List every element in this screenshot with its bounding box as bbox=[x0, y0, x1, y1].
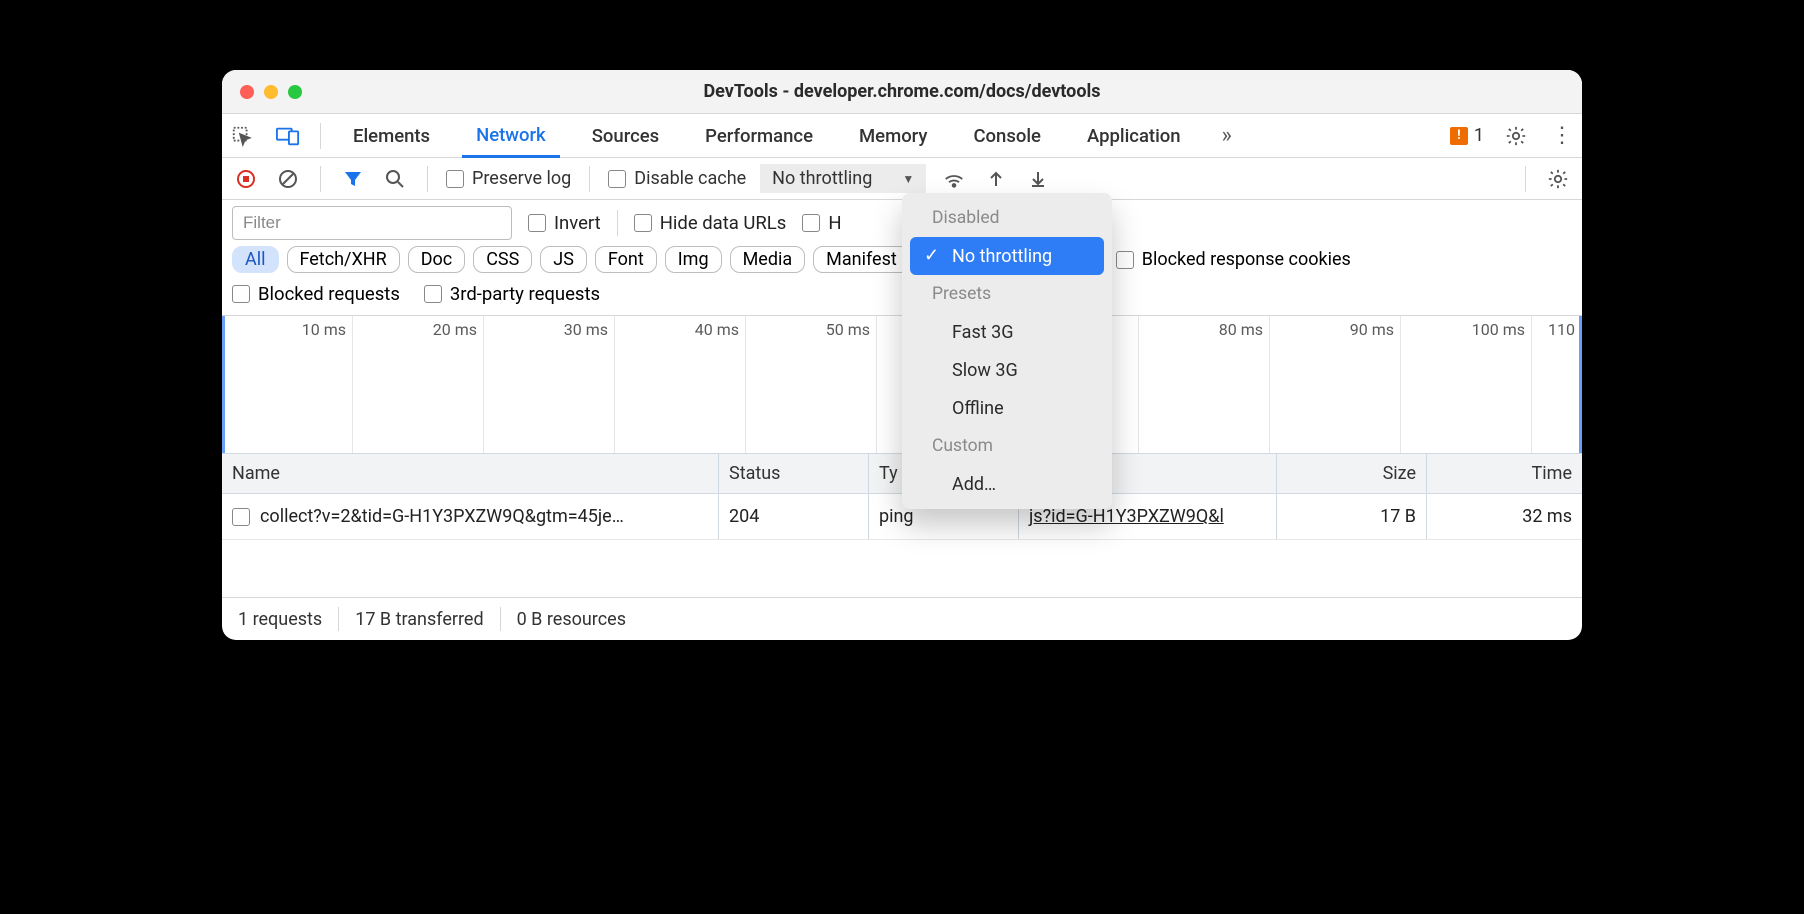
truncated-h-label: H bbox=[828, 212, 841, 234]
dropdown-item-fast-3g[interactable]: Fast 3G bbox=[902, 313, 1112, 351]
inspect-element-icon[interactable] bbox=[228, 122, 256, 150]
chip-js[interactable]: JS bbox=[540, 246, 587, 273]
search-icon[interactable] bbox=[381, 165, 409, 193]
blocked-response-cookies-checkbox[interactable]: Blocked response cookies bbox=[1116, 249, 1351, 270]
tab-network[interactable]: Network bbox=[462, 115, 560, 158]
dropdown-item-slow-3g[interactable]: Slow 3G bbox=[902, 351, 1112, 389]
disable-cache-checkbox[interactable]: Disable cache bbox=[608, 168, 746, 189]
issues-badge[interactable]: ! 1 bbox=[1450, 125, 1484, 146]
devtools-window: DevTools - developer.chrome.com/docs/dev… bbox=[222, 70, 1582, 640]
check-icon: ✓ bbox=[924, 245, 939, 266]
upload-har-icon[interactable] bbox=[982, 165, 1010, 193]
third-party-label: 3rd-party requests bbox=[450, 283, 600, 305]
chip-manifest[interactable]: Manifest bbox=[813, 246, 910, 273]
throttling-selected-label: No throttling bbox=[772, 168, 872, 189]
dropdown-item-label: No throttling bbox=[952, 246, 1052, 267]
chip-media[interactable]: Media bbox=[730, 246, 806, 273]
hide-data-urls-checkbox[interactable]: Hide data URLs bbox=[634, 212, 787, 234]
dropdown-item-no-throttling[interactable]: ✓ No throttling bbox=[910, 237, 1104, 275]
chip-all[interactable]: All bbox=[232, 246, 279, 273]
issues-count: 1 bbox=[1474, 125, 1484, 146]
download-har-icon[interactable] bbox=[1024, 165, 1052, 193]
col-header-name[interactable]: Name bbox=[222, 454, 719, 493]
dropdown-item-offline[interactable]: Offline bbox=[902, 389, 1112, 427]
device-toolbar-icon[interactable] bbox=[274, 122, 302, 150]
network-settings-gear-icon[interactable] bbox=[1544, 165, 1572, 193]
timeline-tick: 80 ms bbox=[1219, 320, 1263, 339]
request-time: 32 ms bbox=[1427, 494, 1582, 539]
devtools-tabs: Elements Network Sources Performance Mem… bbox=[222, 114, 1582, 158]
timeline-tick: 10 ms bbox=[302, 320, 346, 339]
timeline-tick: 40 ms bbox=[695, 320, 739, 339]
third-party-checkbox[interactable]: 3rd-party requests bbox=[424, 283, 600, 305]
table-empty-area bbox=[222, 540, 1582, 598]
chip-font[interactable]: Font bbox=[595, 246, 657, 273]
timeline-tick: 110 bbox=[1548, 320, 1575, 339]
throttling-dropdown: Disabled ✓ No throttling Presets Fast 3G… bbox=[902, 193, 1112, 509]
preserve-log-checkbox[interactable]: Preserve log bbox=[446, 168, 571, 189]
tab-sources[interactable]: Sources bbox=[578, 114, 673, 157]
tab-elements[interactable]: Elements bbox=[339, 114, 444, 157]
network-statusbar: 1 requests 17 B transferred 0 B resource… bbox=[222, 598, 1582, 640]
settings-gear-icon[interactable] bbox=[1502, 122, 1530, 150]
col-header-size[interactable]: Size bbox=[1277, 454, 1427, 493]
dropdown-item-add[interactable]: Add… bbox=[902, 465, 1112, 503]
timeline-tick: 20 ms bbox=[433, 320, 477, 339]
request-name: collect?v=2&tid=G-H1Y3PXZW9Q&gtm=45je… bbox=[260, 506, 624, 527]
timeline-tick: 90 ms bbox=[1350, 320, 1394, 339]
dropdown-group-presets: Presets bbox=[902, 275, 1112, 313]
dropdown-group-disabled: Disabled bbox=[902, 199, 1112, 237]
request-checkbox[interactable] bbox=[232, 508, 250, 526]
truncated-h-checkbox[interactable]: H bbox=[802, 212, 841, 234]
filter-funnel-icon[interactable] bbox=[339, 165, 367, 193]
chip-fetch-xhr[interactable]: Fetch/XHR bbox=[287, 246, 400, 273]
dropdown-group-custom: Custom bbox=[902, 427, 1112, 465]
issues-icon: ! bbox=[1450, 127, 1468, 145]
window-titlebar: DevTools - developer.chrome.com/docs/dev… bbox=[222, 70, 1582, 114]
timeline-tick: 100 ms bbox=[1472, 320, 1525, 339]
tab-application[interactable]: Application bbox=[1073, 114, 1195, 157]
network-toolbar: Preserve log Disable cache No throttling… bbox=[222, 158, 1582, 200]
requests-table-body: collect?v=2&tid=G-H1Y3PXZW9Q&gtm=45je… 2… bbox=[222, 494, 1582, 598]
col-header-time[interactable]: Time bbox=[1427, 454, 1582, 493]
tab-performance[interactable]: Performance bbox=[691, 114, 827, 157]
request-size: 17 B bbox=[1277, 494, 1427, 539]
blocked-response-cookies-label: Blocked response cookies bbox=[1142, 249, 1351, 270]
timeline-tick: 30 ms bbox=[564, 320, 608, 339]
more-tabs-icon[interactable]: » bbox=[1213, 122, 1241, 150]
timeline-range-handle-right[interactable] bbox=[1579, 316, 1582, 453]
invert-checkbox[interactable]: Invert bbox=[528, 212, 601, 234]
chip-doc[interactable]: Doc bbox=[408, 246, 466, 273]
clear-button-icon[interactable] bbox=[274, 165, 302, 193]
throttling-select[interactable]: No throttling ▼ bbox=[760, 164, 926, 193]
chevron-down-icon: ▼ bbox=[902, 172, 914, 186]
status-resources: 0 B resources bbox=[501, 607, 642, 631]
chip-img[interactable]: Img bbox=[665, 246, 722, 273]
col-header-status[interactable]: Status bbox=[719, 454, 869, 493]
request-status: 204 bbox=[719, 494, 869, 539]
hide-data-urls-label: Hide data URLs bbox=[660, 212, 787, 234]
blocked-requests-label: Blocked requests bbox=[258, 283, 400, 305]
filter-input[interactable] bbox=[232, 206, 512, 240]
disable-cache-label: Disable cache bbox=[634, 168, 746, 189]
record-button-icon[interactable] bbox=[232, 165, 260, 193]
request-initiator-link[interactable]: js?id=G-H1Y3PXZW9Q&l bbox=[1029, 506, 1224, 527]
timeline-tick: 50 ms bbox=[826, 320, 870, 339]
window-title: DevTools - developer.chrome.com/docs/dev… bbox=[222, 81, 1582, 102]
network-conditions-icon[interactable] bbox=[940, 165, 968, 193]
status-transferred: 17 B transferred bbox=[339, 607, 500, 631]
invert-label: Invert bbox=[554, 212, 601, 234]
tab-memory[interactable]: Memory bbox=[845, 114, 941, 157]
preserve-log-label: Preserve log bbox=[472, 168, 571, 189]
blocked-requests-checkbox[interactable]: Blocked requests bbox=[232, 283, 400, 305]
status-requests: 1 requests bbox=[222, 607, 339, 631]
tab-console[interactable]: Console bbox=[959, 114, 1055, 157]
kebab-menu-icon[interactable]: ⋮ bbox=[1548, 122, 1576, 150]
chip-css[interactable]: CSS bbox=[473, 246, 532, 273]
